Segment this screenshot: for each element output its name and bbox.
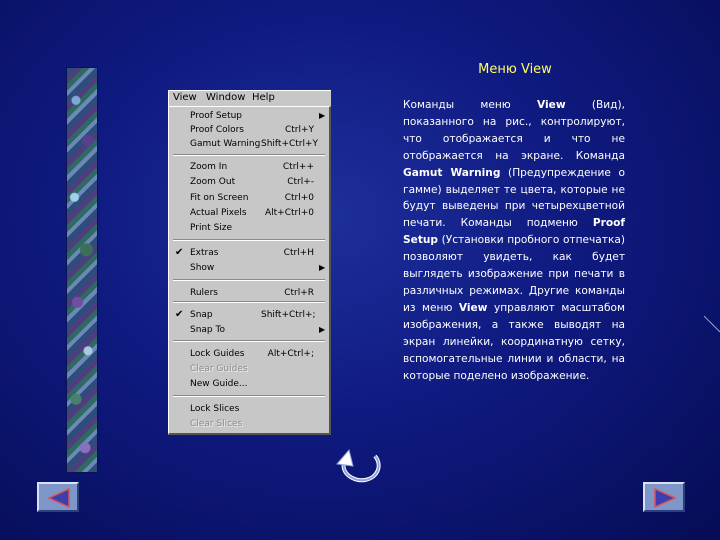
menu-item-shortcut: Alt+Ctrl+0 [264,208,314,218]
triangle-left-icon [47,487,70,509]
menu-item-proof-colors[interactable]: Proof Colors Ctrl+Y [169,124,329,138]
menu-item-label: Snap [190,310,213,320]
menu-item-label: Extras [190,248,219,258]
menu-item-proof-setup[interactable]: Proof Setup ▶ [169,110,329,124]
menu-item-show[interactable]: Show ▶ [169,262,329,276]
checkmark-icon: ✔ [175,309,184,320]
menu-item-label: Clear Slices [190,419,243,429]
next-slide-button[interactable] [643,482,685,512]
menu-view[interactable]: View [173,92,197,103]
menu-item-shortcut: Alt+Ctrl+; [267,349,314,359]
menu-item-zoom-in[interactable]: Zoom In Ctrl++ [169,161,329,175]
description-paragraph: Команды меню View (Вид), показанного на … [403,99,625,382]
menu-item-label: Rulers [190,288,218,298]
menu-item-label: Lock Slices [190,404,240,414]
menu-item-label: Zoom In [190,162,228,172]
menu-item-shortcut: Ctrl+R [284,288,314,298]
menu-item-label: New Guide... [190,379,248,389]
menu-item-gamut-warning[interactable]: Gamut Warning Shift+Ctrl+Y [169,138,329,152]
menu-item-shortcut: Ctrl++ [282,162,314,172]
decorative-image-strip [66,67,98,473]
view-dropdown-menu: Proof Setup ▶ Proof Colors Ctrl+Y Gamut Warn… [168,106,331,435]
bold-term: View [536,99,566,111]
menu-item-rulers[interactable]: Rulers Ctrl+R [169,287,329,301]
decorative-line [703,315,720,333]
menu-item-snap-to[interactable]: Snap To ▶ [169,324,329,338]
menu-item-snap[interactable]: ✔ Snap Shift+Ctrl+; [169,309,329,323]
checkmark-icon: ✔ [175,247,184,258]
triangle-right-icon [654,487,677,509]
menu-item-shortcut: Shift+Ctrl+; [261,310,316,320]
menu-item-clear-guides: Clear Guides [169,363,329,377]
bold-term: View [458,301,488,314]
bold-term: Gamut Warning [403,166,501,179]
menu-item-shortcut: Ctrl+H [283,248,314,258]
menu-item-shortcut: Ctrl+- [287,177,314,187]
menu-item-label: Gamut Warning [190,139,261,149]
menu-item-new-guide[interactable]: New Guide... [169,378,329,392]
menu-item-lock-guides[interactable]: Lock Guides Alt+Ctrl+; [169,348,329,362]
submenu-arrow-icon: ▶ [319,325,326,334]
menu-item-zoom-out[interactable]: Zoom Out Ctrl+- [169,176,329,190]
menu-item-shortcut: Shift+Ctrl+Y [261,139,319,149]
menu-item-label: Fit on Screen [190,193,249,203]
menu-separator [173,340,325,342]
menu-separator [173,301,325,303]
menu-item-clear-slices: Clear Slices [169,418,329,432]
menu-window[interactable]: Window [206,92,245,103]
menu-item-label: Lock Guides [190,349,245,359]
menu-item-label: Snap To [190,325,225,335]
bold-term: Proof Setup [403,217,625,247]
menu-item-label: Zoom Out [190,177,236,187]
menu-separator [173,154,325,156]
menu-item-label: Actual Pixels [190,208,247,218]
menu-separator [173,395,325,397]
menu-item-lock-slices[interactable]: Lock Slices [169,403,329,417]
menu-item-shortcut: Ctrl+Y [284,125,314,135]
menu-item-extras[interactable]: ✔ Extras Ctrl+H [169,247,329,261]
menu-item-shortcut: Ctrl+0 [284,193,314,203]
menu-item-label: Show [190,263,215,273]
menu-item-actual-pixels[interactable]: Actual Pixels Alt+Ctrl+0 [169,207,329,221]
menu-item-fit-on-screen[interactable]: Fit on Screen Ctrl+0 [169,192,329,206]
curved-arrow-icon[interactable] [335,446,387,486]
submenu-arrow-icon: ▶ [319,111,326,120]
menu-bar: View Window Help [168,90,331,107]
prev-slide-button[interactable] [37,482,79,512]
slide-title: Меню View [478,62,552,77]
submenu-arrow-icon: ▶ [319,263,326,272]
menu-item-label: Clear Guides [190,364,248,374]
menu-separator [173,279,325,281]
menu-item-label: Proof Colors [190,125,244,135]
menu-item-label: Print Size [190,223,233,233]
menu-help[interactable]: Help [252,92,275,103]
menu-separator [173,239,325,241]
menu-item-print-size[interactable]: Print Size [169,222,329,236]
menu-item-label: Proof Setup [190,111,243,121]
